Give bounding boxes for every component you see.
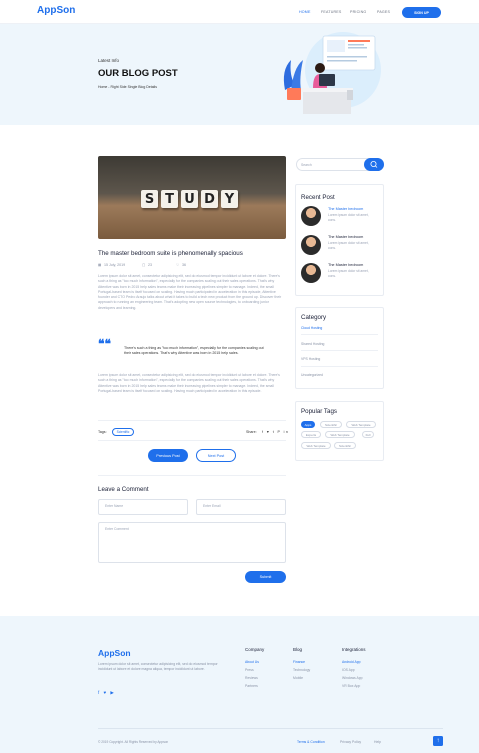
footer-logo[interactable]: AppSon bbox=[98, 648, 131, 658]
social-icons[interactable]: f ♥ ▶ bbox=[98, 690, 115, 696]
footer-col-title: Blog bbox=[293, 647, 303, 652]
footer-link[interactable]: Partners bbox=[245, 684, 258, 688]
search-icon bbox=[370, 161, 378, 168]
tag-pill[interactable]: Web Template bbox=[301, 442, 331, 449]
nav-home[interactable]: HOME bbox=[299, 10, 311, 14]
back-to-top-button[interactable]: ↑ bbox=[433, 736, 443, 746]
privacy-link[interactable]: Privacy Policy bbox=[340, 740, 361, 744]
search-placeholder: Search bbox=[301, 163, 312, 167]
name-field[interactable]: Enter Name bbox=[98, 499, 188, 515]
study-cube: Y bbox=[221, 190, 238, 208]
tags-label: Tags: bbox=[98, 430, 107, 434]
blockquote: There's such a thing as "too much inform… bbox=[124, 346, 264, 356]
page-title: OUR BLOG POST bbox=[98, 68, 178, 79]
footer-about: Lorem ipsum dolor sit amet, consectetur … bbox=[98, 662, 218, 672]
footer-link[interactable]: VR Box App bbox=[342, 684, 360, 688]
footer-link[interactable]: Press bbox=[245, 668, 254, 672]
recent-post-text: Lorem ipsum dolor sit amet, cons. bbox=[328, 269, 369, 278]
recent-post-title[interactable]: The Master bedroom bbox=[328, 235, 363, 239]
previous-post-button[interactable]: Previous Post bbox=[148, 449, 188, 462]
copyright: © 2019 Copyright. All Rights Reserved by… bbox=[98, 740, 169, 744]
post-image: S T U D Y bbox=[98, 156, 286, 239]
avatar bbox=[301, 206, 321, 226]
category-item[interactable]: Shared Hosting bbox=[301, 342, 324, 346]
divider bbox=[98, 420, 286, 421]
logo[interactable]: AppSon bbox=[37, 5, 75, 16]
post-comments: 23 bbox=[148, 263, 152, 267]
popular-tags-title: Popular Tags bbox=[301, 408, 338, 415]
quote-icon: ❝❝ bbox=[98, 337, 111, 351]
email-field[interactable]: Enter Email bbox=[196, 499, 286, 515]
share-label: Share: bbox=[246, 430, 257, 434]
tag-pill[interactable]: Full bbox=[362, 431, 374, 438]
footer-link[interactable]: Technology bbox=[293, 668, 310, 672]
post-likes: 36 bbox=[182, 263, 186, 267]
footer-link[interactable]: Mobile bbox=[293, 676, 303, 680]
divider bbox=[98, 728, 443, 729]
post-paragraph: Lorem ipsum dolor sit amet, consectetur … bbox=[98, 274, 282, 310]
search-button[interactable] bbox=[364, 158, 384, 171]
post-title: The master bedroom suite is phenomenally… bbox=[98, 250, 243, 257]
signup-button[interactable]: SIGN UP bbox=[402, 7, 441, 18]
calendar-icon: ▦ bbox=[98, 263, 102, 267]
help-link[interactable]: Help bbox=[374, 740, 381, 744]
category-item[interactable]: Cloud Hosting bbox=[301, 326, 322, 330]
recent-post-title[interactable]: The Master bedroom bbox=[328, 263, 363, 267]
post-paragraph: Lorem ipsum dolor sit amet, consectetur … bbox=[98, 373, 280, 393]
terms-link[interactable]: Terms & Condition bbox=[297, 740, 325, 744]
divider bbox=[301, 350, 378, 351]
tag-pill[interactable]: Web Template bbox=[346, 421, 376, 428]
divider bbox=[301, 366, 378, 367]
share-icons[interactable]: f ♥ t P in bbox=[262, 430, 289, 434]
tag-pill[interactable]: Experts bbox=[301, 431, 321, 438]
recent-posts-title: Recent Post bbox=[301, 194, 335, 201]
next-post-button[interactable]: Next Post bbox=[196, 449, 236, 462]
hero-banner bbox=[0, 24, 479, 125]
hero-illustration bbox=[283, 32, 381, 114]
category-item[interactable]: Uncategorized bbox=[301, 373, 323, 377]
nav-pricing[interactable]: PRICING bbox=[350, 10, 366, 14]
footer bbox=[0, 616, 479, 753]
tag-pill[interactable]: Scientific bbox=[320, 421, 342, 428]
tag-pill[interactable]: Web Template bbox=[325, 431, 355, 438]
divider bbox=[301, 334, 378, 335]
recent-post-text: Lorem ipsum dolor sit amet, cons. bbox=[328, 241, 369, 250]
recent-post-title[interactable]: The Master bedroom bbox=[328, 207, 363, 211]
divider bbox=[98, 475, 286, 476]
breadcrumb[interactable]: Home - Right Side Single Blog Details bbox=[98, 85, 157, 89]
avatar bbox=[301, 263, 321, 283]
footer-link[interactable]: About Us bbox=[245, 660, 259, 664]
category-item[interactable]: VPS Hosting bbox=[301, 357, 320, 361]
heart-icon: ♡ bbox=[176, 263, 180, 267]
divider bbox=[98, 440, 286, 441]
avatar bbox=[301, 235, 321, 255]
footer-link[interactable]: IOS App bbox=[342, 668, 355, 672]
footer-link[interactable]: Finance bbox=[293, 660, 305, 664]
footer-link[interactable]: Windows App bbox=[342, 676, 363, 680]
submit-button[interactable]: Submit bbox=[245, 571, 286, 583]
comment-icon: ▢ bbox=[142, 263, 146, 267]
comment-field[interactable]: Enter Comment bbox=[98, 522, 286, 563]
footer-col-title: Company bbox=[245, 647, 265, 652]
nav-features[interactable]: FEATURES bbox=[321, 10, 342, 14]
study-cube: U bbox=[181, 190, 198, 208]
study-cube: S bbox=[141, 190, 158, 208]
tag-pill[interactable]: Apps bbox=[301, 421, 315, 428]
footer-link[interactable]: Reviews bbox=[245, 676, 258, 680]
category-title: Category bbox=[301, 314, 327, 321]
comment-heading: Leave a Comment bbox=[98, 486, 149, 493]
tag-pill[interactable]: Scientific bbox=[334, 442, 356, 449]
footer-link[interactable]: Android App bbox=[342, 660, 360, 664]
recent-post-text: Lorem ipsum dolor sit amet, cons. bbox=[328, 213, 369, 222]
hero-subtitle: Latest Info bbox=[98, 58, 120, 63]
study-cube: T bbox=[161, 190, 178, 208]
post-date: 15 July, 2019 bbox=[104, 263, 126, 267]
post-tag[interactable]: Scientific bbox=[112, 428, 134, 436]
footer-col-title: Integrations bbox=[342, 647, 366, 652]
nav-pages[interactable]: PAGES bbox=[377, 10, 390, 14]
study-cube: D bbox=[201, 190, 218, 208]
